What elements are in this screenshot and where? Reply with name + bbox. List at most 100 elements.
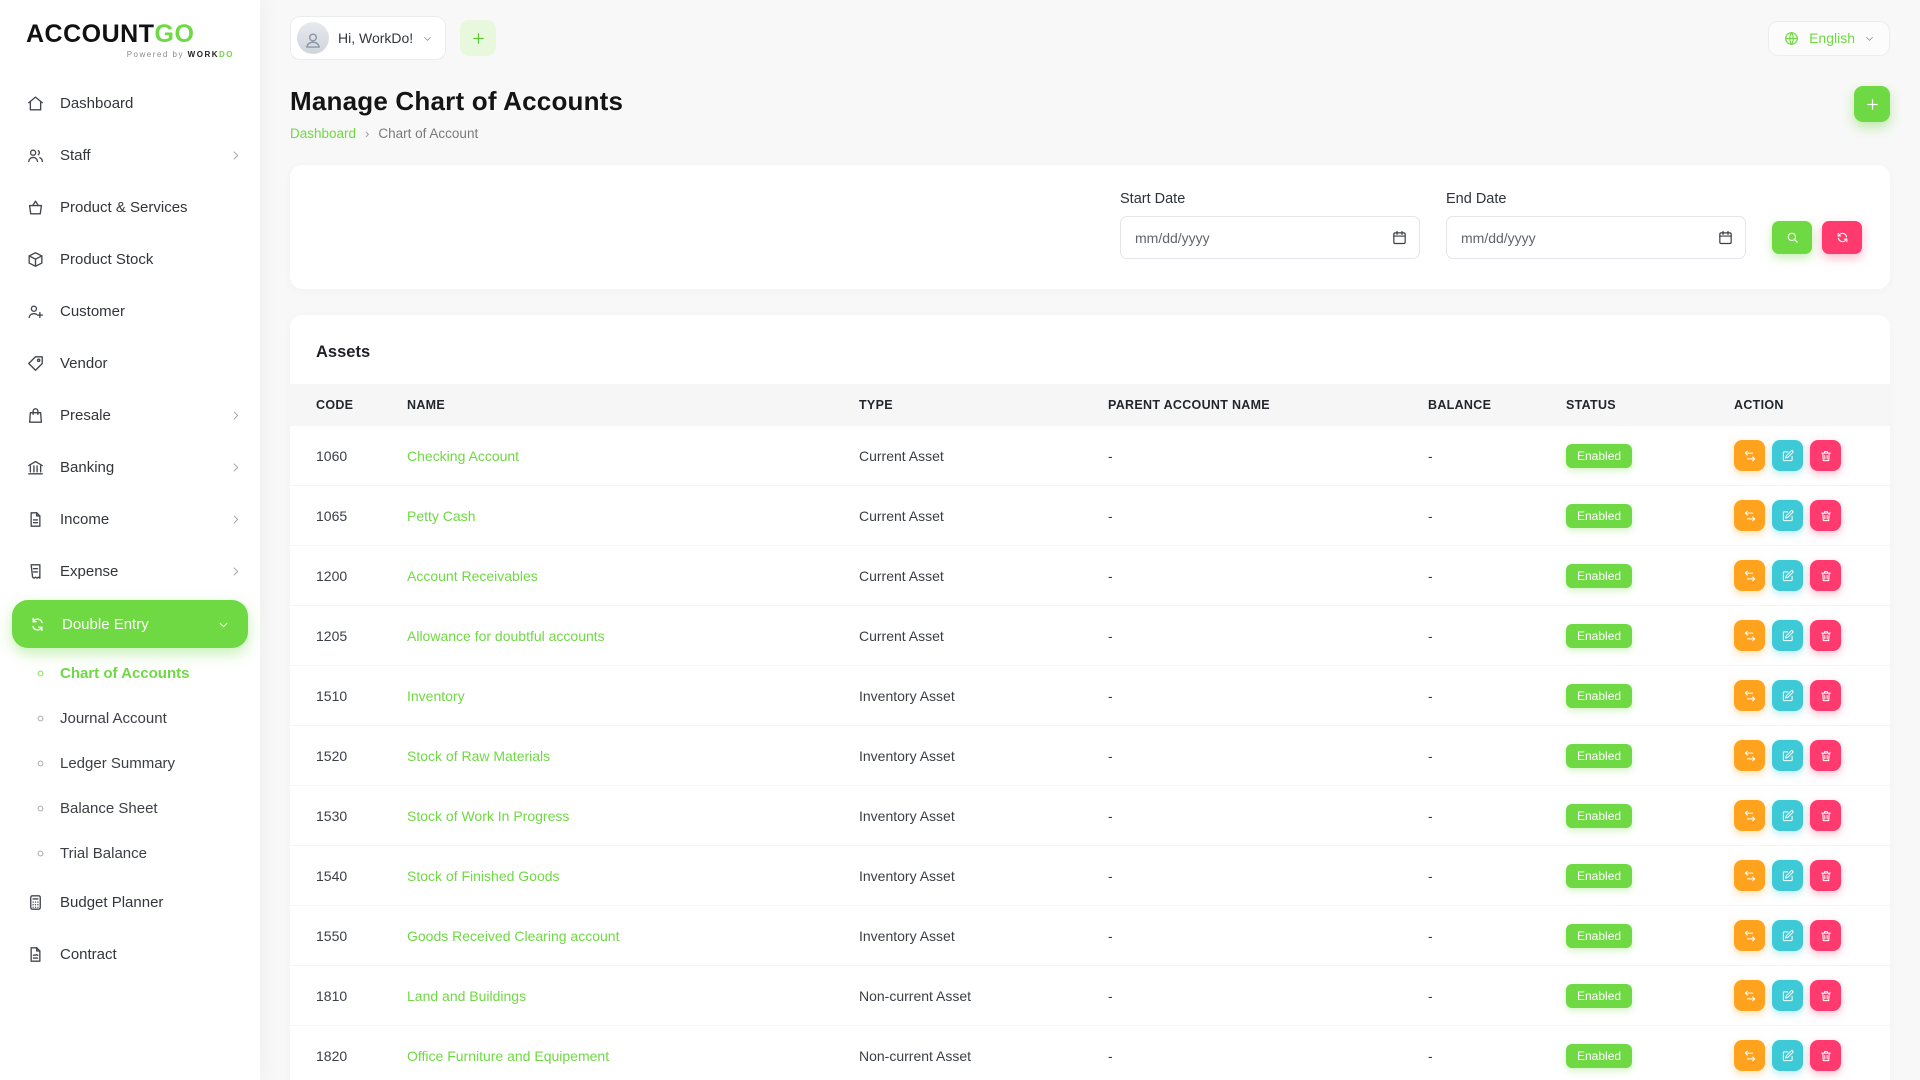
- sidebar-subitem-trial-balance[interactable]: Trial Balance: [0, 831, 260, 876]
- end-date-input[interactable]: [1446, 216, 1746, 259]
- swap-icon: [1743, 869, 1757, 883]
- edit-button[interactable]: [1772, 500, 1803, 531]
- transfer-button[interactable]: [1734, 800, 1765, 831]
- delete-button[interactable]: [1810, 860, 1841, 891]
- transfer-button[interactable]: [1734, 920, 1765, 951]
- search-button[interactable]: [1772, 221, 1812, 254]
- account-name-link[interactable]: Stock of Raw Materials: [407, 748, 550, 764]
- edit-button[interactable]: [1772, 620, 1803, 651]
- account-name-link[interactable]: Account Receivables: [407, 568, 538, 584]
- delete-button[interactable]: [1810, 980, 1841, 1011]
- account-name-link[interactable]: Goods Received Clearing account: [407, 928, 619, 944]
- sidebar-item-product-services[interactable]: Product & Services: [0, 181, 260, 233]
- start-date-input[interactable]: [1120, 216, 1420, 259]
- table-row: 1205Allowance for doubtful accountsCurre…: [290, 606, 1890, 666]
- delete-button[interactable]: [1810, 920, 1841, 951]
- account-balance: -: [1418, 786, 1556, 846]
- sidebar-subitem-chart-of-accounts[interactable]: Chart of Accounts: [0, 651, 260, 696]
- table-row: 1540Stock of Finished GoodsInventory Ass…: [290, 846, 1890, 906]
- sidebar-item-presale[interactable]: Presale: [0, 389, 260, 441]
- account-name-link[interactable]: Land and Buildings: [407, 988, 526, 1004]
- brand-logo[interactable]: ACCOUNTGO Powered by WORKDO: [0, 16, 260, 77]
- language-selector[interactable]: English: [1768, 21, 1890, 56]
- sidebar-item-double-entry[interactable]: Double Entry: [12, 600, 248, 648]
- sidebar-item-staff[interactable]: Staff: [0, 129, 260, 181]
- transfer-button[interactable]: [1734, 440, 1765, 471]
- account-name-link[interactable]: Allowance for doubtful accounts: [407, 628, 605, 644]
- breadcrumb-current: Chart of Account: [378, 126, 478, 141]
- account-name-link[interactable]: Office Furniture and Equipement: [407, 1048, 609, 1064]
- sidebar-item-banking[interactable]: Banking: [0, 441, 260, 493]
- edit-icon: [1781, 989, 1795, 1003]
- transfer-button[interactable]: [1734, 500, 1765, 531]
- column-header-status: STATUS: [1556, 384, 1724, 426]
- parent-account-name: -: [1098, 726, 1418, 786]
- transfer-button[interactable]: [1734, 860, 1765, 891]
- account-name-link[interactable]: Petty Cash: [407, 508, 475, 524]
- sidebar-subitem-journal-account[interactable]: Journal Account: [0, 696, 260, 741]
- create-account-button[interactable]: [1854, 86, 1890, 122]
- sidebar-item-budget-planner[interactable]: Budget Planner: [0, 876, 260, 928]
- delete-button[interactable]: [1810, 560, 1841, 591]
- delete-button[interactable]: [1810, 440, 1841, 471]
- edit-icon: [1781, 869, 1795, 883]
- status-badge: Enabled: [1566, 684, 1632, 708]
- sidebar-item-income[interactable]: Income: [0, 493, 260, 545]
- delete-button[interactable]: [1810, 740, 1841, 771]
- brand-name: ACCOUNTGO: [26, 22, 234, 47]
- double-entry-icon: [28, 615, 47, 634]
- account-name-link[interactable]: Inventory: [407, 688, 465, 704]
- edit-button[interactable]: [1772, 800, 1803, 831]
- delete-button[interactable]: [1810, 680, 1841, 711]
- account-type: Inventory Asset: [849, 906, 1098, 966]
- edit-button[interactable]: [1772, 1040, 1803, 1071]
- edit-button[interactable]: [1772, 680, 1803, 711]
- quick-add-button[interactable]: [460, 20, 496, 56]
- account-name-link[interactable]: Stock of Finished Goods: [407, 868, 560, 884]
- sidebar-item-label: Customer: [60, 303, 125, 320]
- edit-button[interactable]: [1772, 980, 1803, 1011]
- delete-button[interactable]: [1810, 500, 1841, 531]
- edit-button[interactable]: [1772, 440, 1803, 471]
- user-menu[interactable]: Hi, WorkDo!: [290, 16, 446, 60]
- edit-button[interactable]: [1772, 560, 1803, 591]
- transfer-button[interactable]: [1734, 1040, 1765, 1071]
- transfer-button[interactable]: [1734, 740, 1765, 771]
- account-balance: -: [1418, 846, 1556, 906]
- account-code: 1550: [290, 906, 397, 966]
- transfer-button[interactable]: [1734, 680, 1765, 711]
- sidebar-item-vendor[interactable]: Vendor: [0, 337, 260, 389]
- sidebar-subitem-balance-sheet[interactable]: Balance Sheet: [0, 786, 260, 831]
- trash-icon: [1819, 749, 1833, 763]
- sidebar-item-dashboard[interactable]: Dashboard: [0, 77, 260, 129]
- sidebar-item-product-stock[interactable]: Product Stock: [0, 233, 260, 285]
- bank-icon: [26, 458, 45, 477]
- edit-button[interactable]: [1772, 740, 1803, 771]
- account-code: 1200: [290, 546, 397, 606]
- delete-button[interactable]: [1810, 1040, 1841, 1071]
- reset-filter-button[interactable]: [1822, 221, 1862, 254]
- calendar-icon[interactable]: [1717, 229, 1734, 246]
- start-date-label: Start Date: [1120, 191, 1420, 207]
- page-head: Manage Chart of Accounts Dashboard › Cha…: [290, 86, 1890, 141]
- sidebar-item-contract[interactable]: Contract: [0, 928, 260, 980]
- delete-button[interactable]: [1810, 620, 1841, 651]
- sidebar-item-customer[interactable]: Customer: [0, 285, 260, 337]
- sidebar-item-expense[interactable]: Expense: [0, 545, 260, 597]
- edit-button[interactable]: [1772, 920, 1803, 951]
- transfer-button[interactable]: [1734, 560, 1765, 591]
- delete-button[interactable]: [1810, 800, 1841, 831]
- account-code: 1540: [290, 846, 397, 906]
- transfer-button[interactable]: [1734, 620, 1765, 651]
- account-name-link[interactable]: Stock of Work In Progress: [407, 808, 569, 824]
- breadcrumb-dashboard-link[interactable]: Dashboard: [290, 126, 356, 141]
- sidebar-subitem-ledger-summary[interactable]: Ledger Summary: [0, 741, 260, 786]
- account-name-link[interactable]: Checking Account: [407, 448, 519, 464]
- table-row: 1065Petty CashCurrent Asset--Enabled: [290, 486, 1890, 546]
- calendar-icon[interactable]: [1391, 229, 1408, 246]
- sidebar-subitem-label: Trial Balance: [60, 845, 147, 862]
- column-header-code: CODE: [290, 384, 397, 426]
- edit-button[interactable]: [1772, 860, 1803, 891]
- sidebar-item-label: Contract: [60, 946, 117, 963]
- transfer-button[interactable]: [1734, 980, 1765, 1011]
